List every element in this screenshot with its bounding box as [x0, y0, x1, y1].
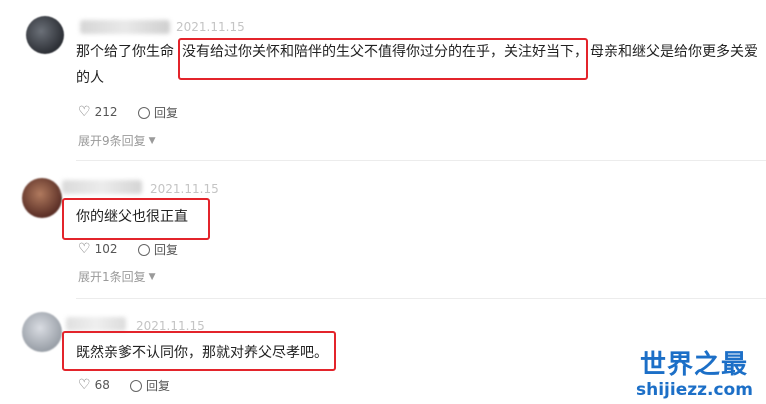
reply-label: 回复	[146, 379, 171, 393]
comment-text-line2: 的人	[76, 70, 104, 86]
avatar[interactable]	[22, 312, 62, 352]
comment-text-start: 那个给了你生命	[76, 44, 174, 60]
expand-label: 展开9条回复	[78, 134, 146, 148]
expand-replies-button[interactable]: 展开1条回复 ▼	[78, 268, 156, 285]
highlight-box	[62, 198, 210, 240]
reply-button[interactable]: 回复	[138, 104, 178, 121]
highlight-box	[62, 331, 336, 371]
watermark-title: 世界之最	[640, 350, 749, 380]
highlight-box	[178, 38, 588, 80]
expand-replies-button[interactable]: 展开9条回复 ▼	[78, 132, 156, 149]
divider	[76, 160, 766, 161]
reply-button[interactable]: 回复	[138, 241, 178, 258]
avatar[interactable]	[22, 178, 62, 218]
divider	[76, 298, 766, 299]
watermark-url: shijiezz.com	[636, 380, 753, 400]
comment-bubble-icon	[138, 243, 150, 256]
comment-text-end: 母亲和继父是给你更多关爱	[590, 44, 758, 60]
username[interactable]	[80, 20, 170, 34]
expand-label: 展开1条回复	[78, 270, 146, 284]
comment-date: 2021.11.15	[150, 182, 219, 196]
heart-icon: ♡	[78, 377, 91, 393]
like-button[interactable]: ♡ 68	[78, 377, 110, 393]
username[interactable]	[66, 317, 126, 331]
comment-bubble-icon	[130, 379, 142, 392]
like-button[interactable]: ♡ 212	[78, 104, 117, 120]
like-count: 68	[94, 378, 110, 392]
heart-icon: ♡	[78, 104, 91, 120]
comment-bubble-icon	[138, 106, 150, 119]
reply-label: 回复	[154, 243, 179, 257]
caret-down-icon: ▼	[148, 135, 156, 146]
like-count: 102	[94, 242, 118, 256]
username[interactable]	[62, 180, 142, 194]
avatar[interactable]	[26, 16, 64, 54]
reply-button[interactable]: 回复	[130, 377, 170, 394]
reply-label: 回复	[154, 106, 179, 120]
caret-down-icon: ▼	[148, 271, 156, 282]
heart-icon: ♡	[78, 241, 91, 257]
comment-date: 2021.11.15	[176, 20, 245, 34]
like-count: 212	[94, 105, 118, 119]
like-button[interactable]: ♡ 102	[78, 241, 117, 257]
